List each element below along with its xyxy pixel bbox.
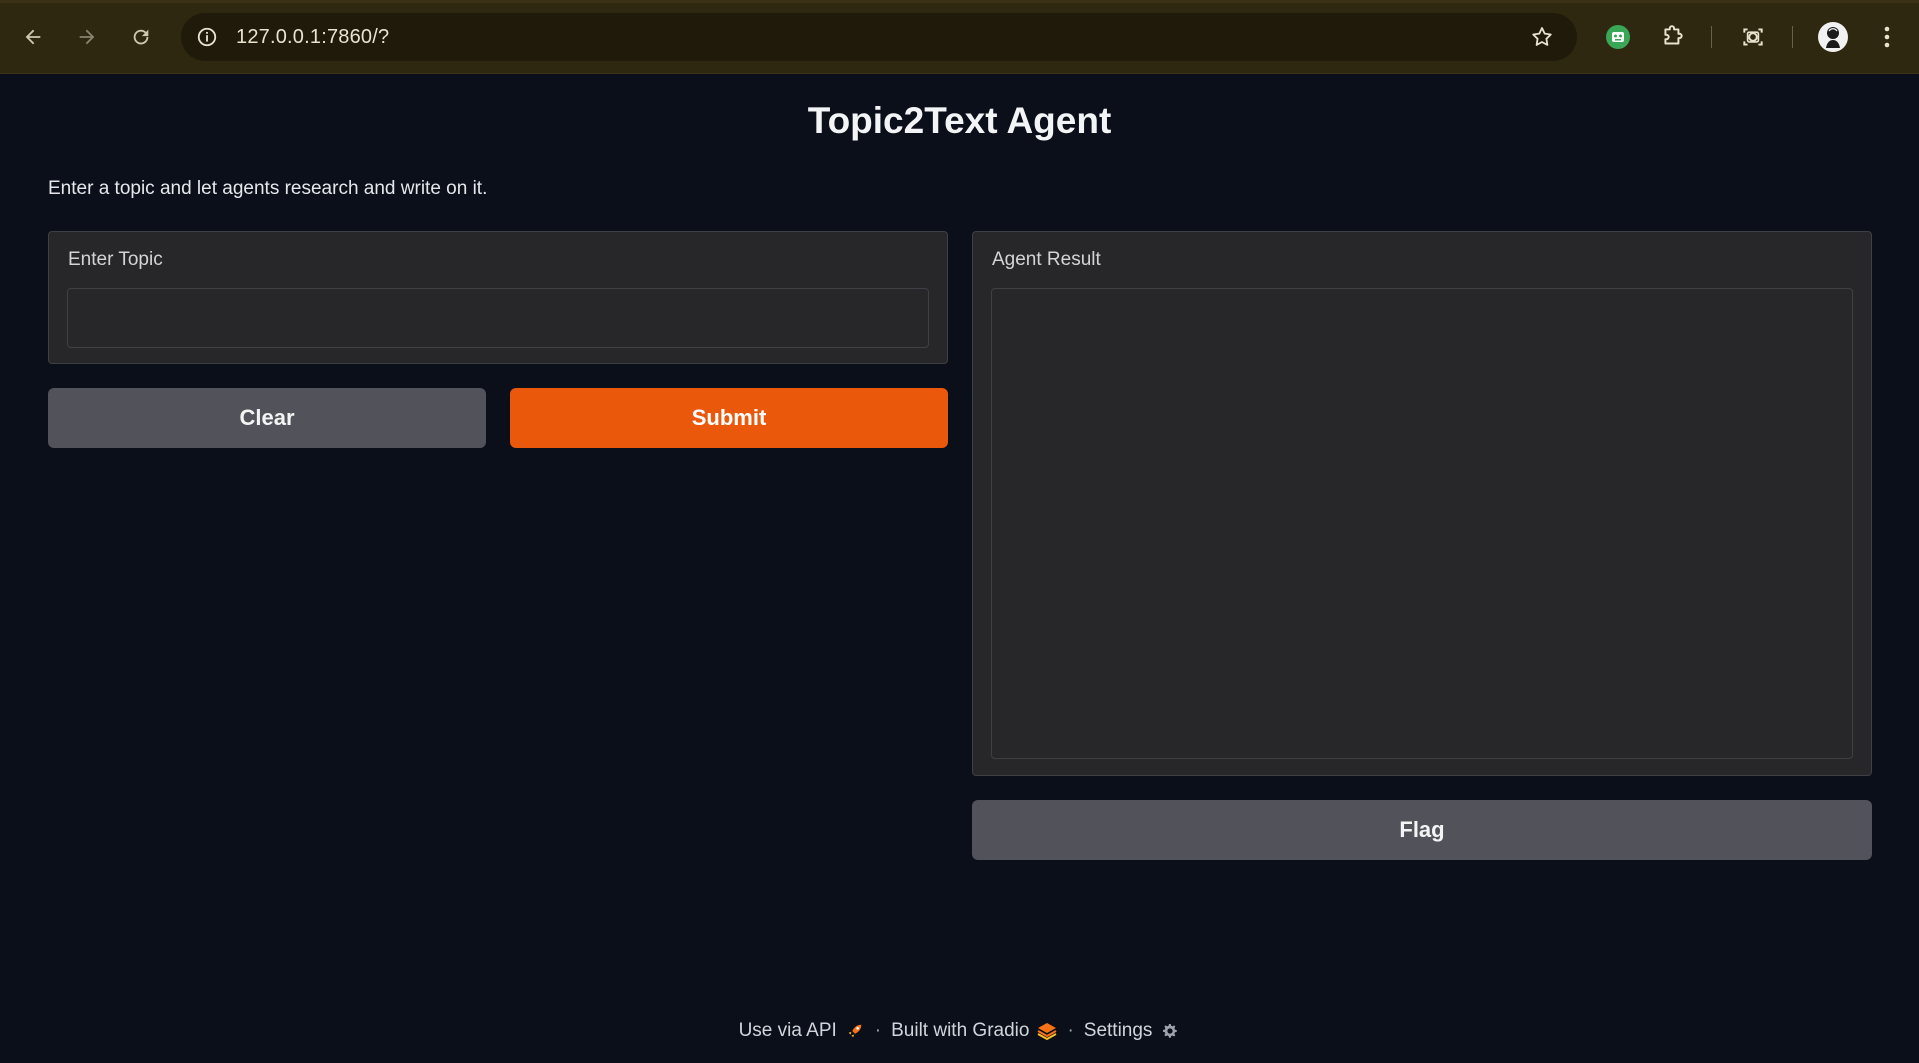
gear-icon (1160, 1021, 1180, 1041)
settings-link[interactable]: Settings (1084, 1020, 1181, 1042)
profile-avatar[interactable] (1816, 20, 1850, 54)
footer: Use via API · Built with Gradio · Settin… (0, 1020, 1919, 1042)
screenshot-icon[interactable] (1736, 20, 1770, 54)
site-info-icon[interactable] (194, 24, 220, 50)
extensions-puzzle-icon[interactable] (1656, 20, 1690, 54)
page-description: Enter a topic and let agents research an… (48, 178, 488, 199)
address-bar[interactable]: 127.0.0.1:7860/? (181, 13, 1577, 61)
toolbar-divider (1711, 26, 1712, 48)
toolbar-divider (1792, 26, 1793, 48)
footer-separator: · (1067, 1020, 1074, 1041)
submit-button[interactable]: Submit (510, 388, 948, 448)
settings-label: Settings (1083, 1020, 1153, 1041)
bookmark-star-icon[interactable] (1529, 24, 1555, 50)
gradio-app: Topic2Text Agent Enter a topic and let a… (0, 74, 1919, 1063)
menu-kebab-icon[interactable] (1870, 20, 1904, 54)
use-via-api-label: Use via API (738, 1020, 837, 1041)
tab-strip (0, 0, 1919, 3)
extension-robot-icon[interactable] (1601, 20, 1635, 54)
topic-input-label: Enter Topic (68, 249, 163, 270)
agent-result-panel: Agent Result (972, 231, 1872, 776)
back-icon[interactable] (16, 20, 50, 54)
reload-icon[interactable] (124, 20, 158, 54)
page-title: Topic2Text Agent (807, 100, 1112, 141)
gradio-logo-icon (1037, 1021, 1057, 1041)
url-text[interactable]: 127.0.0.1:7860/? (236, 26, 389, 49)
flag-button[interactable]: Flag (972, 800, 1872, 860)
use-via-api-link[interactable]: Use via API (739, 1020, 865, 1042)
topic-input-panel: Enter Topic (48, 231, 948, 364)
agent-result-output[interactable] (991, 288, 1853, 759)
footer-separator: · (874, 1020, 882, 1041)
clear-button[interactable]: Clear (48, 388, 486, 448)
built-with-gradio-label: Built with Gradio (891, 1020, 1030, 1041)
topic-input[interactable] (67, 288, 929, 348)
forward-icon[interactable] (70, 20, 104, 54)
browser-toolbar: 127.0.0.1:7860/? (0, 0, 1919, 74)
agent-result-label: Agent Result (992, 249, 1101, 270)
built-with-gradio-link[interactable]: Built with Gradio (891, 1020, 1057, 1042)
rocket-icon (845, 1021, 865, 1041)
